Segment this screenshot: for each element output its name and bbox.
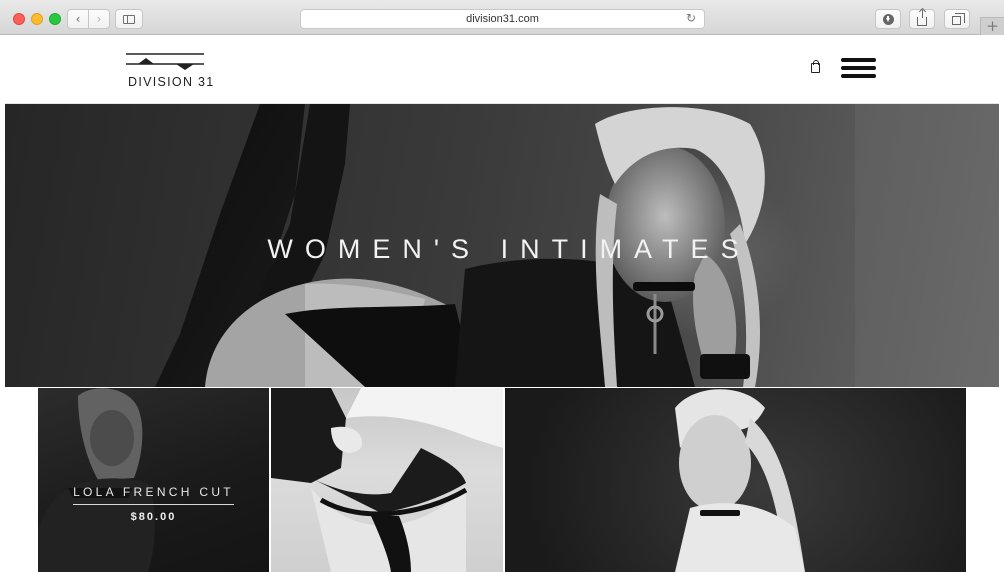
show-tabs-button[interactable]	[944, 9, 970, 29]
menu-bar	[841, 66, 876, 70]
hero-banner[interactable]: WOMEN'S INTIMATES	[5, 104, 999, 387]
product-divider	[73, 504, 234, 505]
reload-icon[interactable]: ↻	[686, 11, 696, 25]
browser-toolbar: ‹ › division31.com ↻ +	[0, 0, 1004, 35]
sidebar-toggle-button[interactable]	[115, 9, 143, 29]
forward-button[interactable]: ›	[88, 9, 110, 29]
sidebar-icon	[123, 14, 135, 24]
hero-title: WOMEN'S INTIMATES	[267, 234, 751, 264]
product-overlay	[38, 388, 269, 572]
product-card[interactable]	[505, 388, 966, 572]
close-window-button[interactable]	[13, 13, 25, 25]
minimize-window-button[interactable]	[31, 13, 43, 25]
logo-mark	[126, 53, 204, 70]
hamburger-menu-icon[interactable]	[841, 58, 876, 80]
back-button[interactable]: ‹	[67, 9, 89, 29]
forward-arrow-icon: ›	[96, 12, 102, 26]
url-text: division31.com	[466, 13, 539, 25]
product-photo	[271, 388, 503, 572]
product-photo	[675, 389, 805, 572]
product-price: $80.00	[130, 511, 177, 523]
product-grid: LOLA FRENCH CUT $80.00	[38, 388, 966, 572]
address-bar[interactable]: division31.com ↻	[300, 9, 705, 29]
menu-bar	[841, 58, 876, 62]
fullscreen-window-button[interactable]	[49, 13, 61, 25]
downloads-button[interactable]	[875, 9, 901, 29]
product-name: LOLA FRENCH CUT	[73, 485, 234, 499]
download-icon	[882, 13, 894, 25]
shopping-bag-icon[interactable]	[811, 60, 820, 73]
share-icon	[917, 9, 927, 26]
menu-bar	[841, 74, 876, 78]
tabs-icon	[951, 12, 965, 25]
product-card[interactable]	[271, 388, 503, 572]
site-logo[interactable]: DIVISION 31	[126, 51, 213, 91]
back-arrow-icon: ‹	[75, 12, 81, 26]
plus-icon: +	[986, 17, 999, 35]
share-button[interactable]	[909, 9, 935, 29]
product-card[interactable]: LOLA FRENCH CUT $80.00	[38, 388, 269, 572]
site-header: DIVISION 31	[5, 35, 999, 104]
logo-text: DIVISION 31	[128, 75, 215, 89]
new-tab-button[interactable]: +	[980, 17, 1004, 35]
